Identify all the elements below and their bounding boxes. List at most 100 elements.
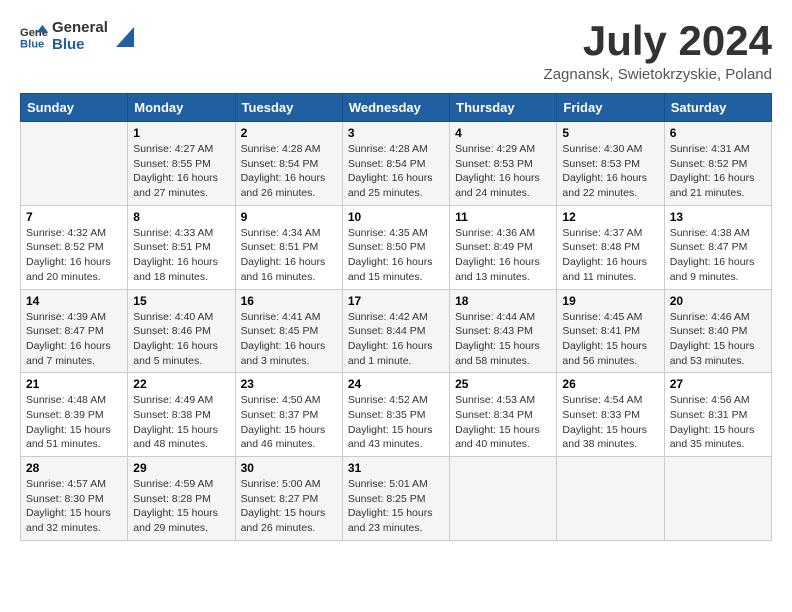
calendar-cell: 19Sunrise: 4:45 AMSunset: 8:41 PMDayligh… (557, 289, 664, 373)
day-info: Sunrise: 4:46 AMSunset: 8:40 PMDaylight:… (670, 310, 766, 369)
calendar-cell: 25 Sunrise: 4:53 AMSunset: 8:34 PMDayligh… (450, 373, 557, 457)
day-info: Sunrise: 4:59 AMSunset: 8:28 PMDaylight:… (133, 477, 229, 536)
day-number: 20 (670, 294, 766, 308)
calendar-cell: 8Sunrise: 4:33 AMSunset: 8:51 PMDaylight… (128, 205, 235, 289)
calendar-cell: 11Sunrise: 4:36 AMSunset: 8:49 PMDayligh… (450, 205, 557, 289)
calendar-cell: 27Sunrise: 4:56 AMSunset: 8:31 PMDayligh… (664, 373, 771, 457)
calendar-cell: 4 Sunrise: 4:29 AMSunset: 8:53 PMDaylight… (450, 122, 557, 206)
day-number: 4 (455, 126, 551, 140)
calendar-week-row: 14Sunrise: 4:39 AMSunset: 8:47 PMDayligh… (21, 289, 772, 373)
day-number: 30 (241, 461, 337, 475)
month-title: July 2024 (544, 20, 772, 62)
day-info: Sunrise: 4:39 AMSunset: 8:47 PMDaylight:… (26, 310, 122, 369)
calendar-cell: 10 Sunrise: 4:35 AMSunset: 8:50 PMDayligh… (342, 205, 449, 289)
weekday-header: Tuesday (235, 94, 342, 122)
weekday-header: Friday (557, 94, 664, 122)
calendar-cell: 23 Sunrise: 4:50 AMSunset: 8:37 PMDayligh… (235, 373, 342, 457)
calendar-cell: 17 Sunrise: 4:42 AMSunset: 8:44 PMDayligh… (342, 289, 449, 373)
day-info: Sunrise: 4:28 AMSunset: 8:54 PMDaylight:… (241, 142, 337, 201)
day-number: 31 (348, 461, 444, 475)
day-number: 15 (133, 294, 229, 308)
day-info: Sunrise: 4:29 AMSunset: 8:53 PMDaylight:… (455, 142, 551, 201)
day-number: 9 (241, 210, 337, 224)
day-number: 8 (133, 210, 229, 224)
calendar-cell: 24 Sunrise: 4:52 AMSunset: 8:35 PMDayligh… (342, 373, 449, 457)
weekday-header: Saturday (664, 94, 771, 122)
day-number: 23 (241, 377, 337, 391)
calendar-cell: 30Sunrise: 5:00 AMSunset: 8:27 PMDayligh… (235, 457, 342, 541)
day-info: Sunrise: 4:44 AMSunset: 8:43 PMDaylight:… (455, 310, 551, 369)
day-info: Sunrise: 4:41 AMSunset: 8:45 PMDaylight:… (241, 310, 337, 369)
day-number: 3 (348, 126, 444, 140)
day-info: Sunrise: 4:34 AMSunset: 8:51 PMDaylight:… (241, 226, 337, 285)
day-info: Sunrise: 5:01 AMSunset: 8:25 PMDaylight:… (348, 477, 444, 536)
day-number: 26 (562, 377, 658, 391)
calendar-cell: 29 Sunrise: 4:59 AMSunset: 8:28 PMDayligh… (128, 457, 235, 541)
title-section: July 2024 Zagnansk, Swietokrzyskie, Pola… (544, 20, 772, 83)
logo-general-text: General (52, 20, 108, 37)
day-number: 29 (133, 461, 229, 475)
weekday-header: Thursday (450, 94, 557, 122)
day-info: Sunrise: 4:54 AMSunset: 8:33 PMDaylight:… (562, 393, 658, 452)
logo-blue-text: Blue (52, 37, 108, 54)
calendar-cell (450, 457, 557, 541)
day-number: 6 (670, 126, 766, 140)
logo: General Blue General Blue (20, 20, 134, 53)
day-number: 19 (562, 294, 658, 308)
calendar-cell: 12Sunrise: 4:37 AMSunset: 8:48 PMDayligh… (557, 205, 664, 289)
weekday-header: Monday (128, 94, 235, 122)
calendar-cell: 15 Sunrise: 4:40 AMSunset: 8:46 PMDayligh… (128, 289, 235, 373)
day-number: 16 (241, 294, 337, 308)
calendar-cell (557, 457, 664, 541)
day-number: 17 (348, 294, 444, 308)
calendar-cell: 1 Sunrise: 4:27 AMSunset: 8:55 PMDaylight… (128, 122, 235, 206)
day-number: 2 (241, 126, 337, 140)
calendar-cell: 28Sunrise: 4:57 AMSunset: 8:30 PMDayligh… (21, 457, 128, 541)
day-number: 24 (348, 377, 444, 391)
day-info: Sunrise: 4:35 AMSunset: 8:50 PMDaylight:… (348, 226, 444, 285)
day-number: 25 (455, 377, 551, 391)
day-number: 7 (26, 210, 122, 224)
day-info: Sunrise: 4:53 AMSunset: 8:34 PMDaylight:… (455, 393, 551, 452)
day-info: Sunrise: 4:36 AMSunset: 8:49 PMDaylight:… (455, 226, 551, 285)
calendar-table: SundayMondayTuesdayWednesdayThursdayFrid… (20, 93, 772, 541)
day-number: 12 (562, 210, 658, 224)
calendar-cell: 6 Sunrise: 4:31 AMSunset: 8:52 PMDaylight… (664, 122, 771, 206)
calendar-cell: 18 Sunrise: 4:44 AMSunset: 8:43 PMDayligh… (450, 289, 557, 373)
day-number: 18 (455, 294, 551, 308)
calendar-cell: 26 Sunrise: 4:54 AMSunset: 8:33 PMDayligh… (557, 373, 664, 457)
day-number: 10 (348, 210, 444, 224)
day-number: 13 (670, 210, 766, 224)
calendar-cell (664, 457, 771, 541)
day-number: 1 (133, 126, 229, 140)
logo-icon: General Blue (20, 23, 48, 51)
calendar-cell: 31 Sunrise: 5:01 AMSunset: 8:25 PMDayligh… (342, 457, 449, 541)
day-number: 27 (670, 377, 766, 391)
day-info: Sunrise: 4:42 AMSunset: 8:44 PMDaylight:… (348, 310, 444, 369)
day-info: Sunrise: 4:38 AMSunset: 8:47 PMDaylight:… (670, 226, 766, 285)
weekday-header: Sunday (21, 94, 128, 122)
calendar-week-row: 21Sunrise: 4:48 AMSunset: 8:39 PMDayligh… (21, 373, 772, 457)
day-info: Sunrise: 4:49 AMSunset: 8:38 PMDaylight:… (133, 393, 229, 452)
calendar-cell: 14Sunrise: 4:39 AMSunset: 8:47 PMDayligh… (21, 289, 128, 373)
calendar-cell: 9 Sunrise: 4:34 AMSunset: 8:51 PMDaylight… (235, 205, 342, 289)
day-info: Sunrise: 4:52 AMSunset: 8:35 PMDaylight:… (348, 393, 444, 452)
day-info: Sunrise: 4:31 AMSunset: 8:52 PMDaylight:… (670, 142, 766, 201)
calendar-cell: 7 Sunrise: 4:32 AMSunset: 8:52 PMDaylight… (21, 205, 128, 289)
page-header: General Blue General Blue July 2024 Zagn… (20, 20, 772, 83)
calendar-cell: 20 Sunrise: 4:46 AMSunset: 8:40 PMDayligh… (664, 289, 771, 373)
day-info: Sunrise: 4:50 AMSunset: 8:37 PMDaylight:… (241, 393, 337, 452)
calendar-cell: 22Sunrise: 4:49 AMSunset: 8:38 PMDayligh… (128, 373, 235, 457)
day-number: 21 (26, 377, 122, 391)
day-info: Sunrise: 4:27 AMSunset: 8:55 PMDaylight:… (133, 142, 229, 201)
calendar-cell: 2 Sunrise: 4:28 AMSunset: 8:54 PMDaylight… (235, 122, 342, 206)
day-number: 5 (562, 126, 658, 140)
day-info: Sunrise: 4:40 AMSunset: 8:46 PMDaylight:… (133, 310, 229, 369)
calendar-cell: 3Sunrise: 4:28 AMSunset: 8:54 PMDaylight… (342, 122, 449, 206)
calendar-week-row: 28Sunrise: 4:57 AMSunset: 8:30 PMDayligh… (21, 457, 772, 541)
calendar-cell: 5Sunrise: 4:30 AMSunset: 8:53 PMDaylight… (557, 122, 664, 206)
logo-triangle-icon (112, 27, 134, 47)
day-info: Sunrise: 4:32 AMSunset: 8:52 PMDaylight:… (26, 226, 122, 285)
calendar-cell: 16 Sunrise: 4:41 AMSunset: 8:45 PMDayligh… (235, 289, 342, 373)
location-subtitle: Zagnansk, Swietokrzyskie, Poland (544, 66, 772, 83)
